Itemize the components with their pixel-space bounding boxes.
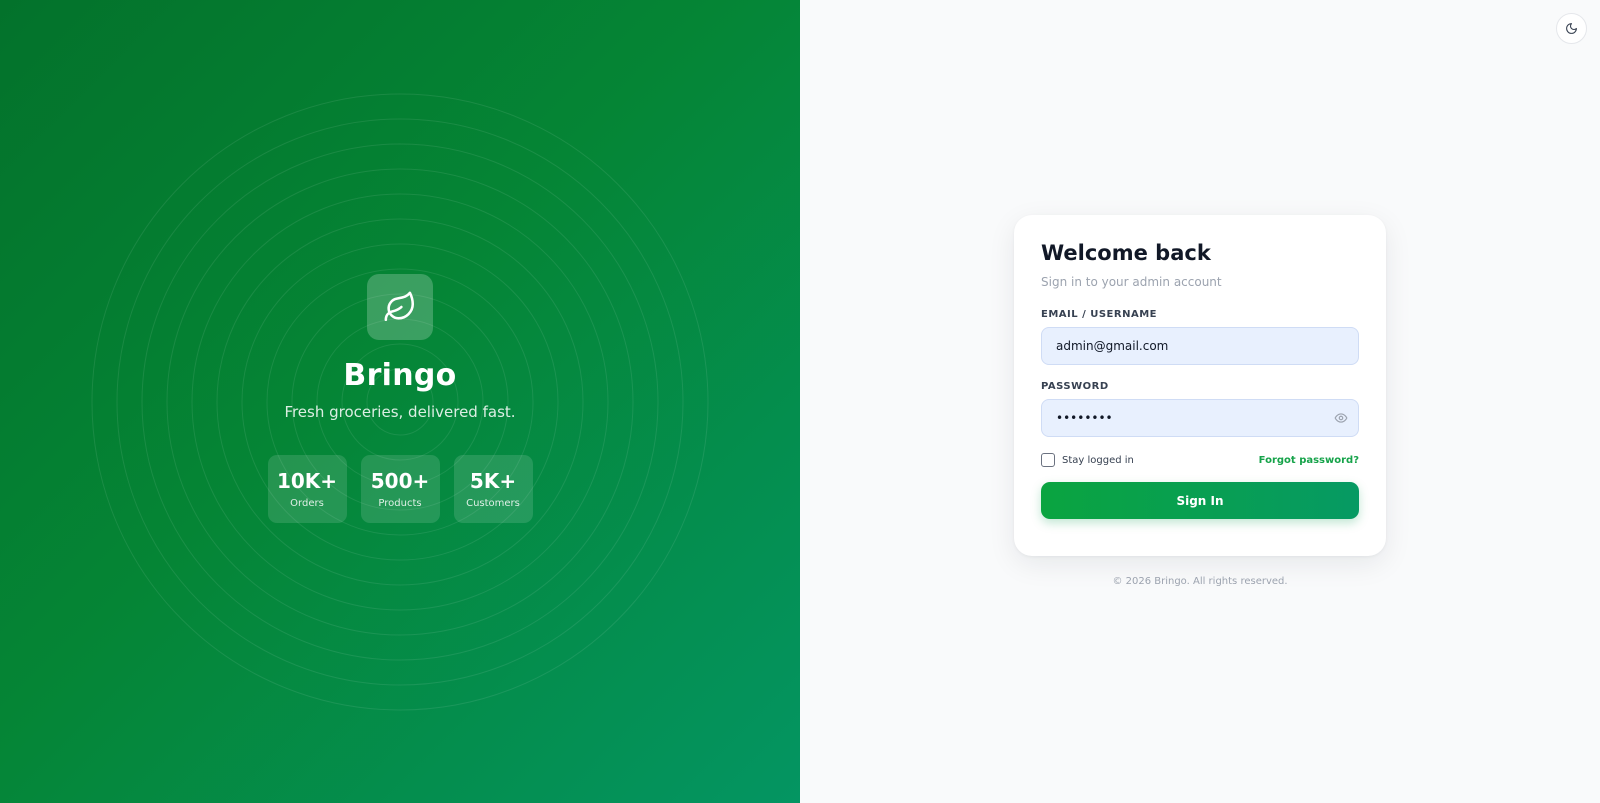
forgot-password-link[interactable]: Forgot password? bbox=[1259, 455, 1359, 466]
stats-row: 10K+ Orders 500+ Products 5K+ Customers bbox=[267, 455, 533, 523]
stat-card-products: 500+ Products bbox=[360, 455, 440, 523]
email-input[interactable] bbox=[1041, 327, 1359, 365]
stat-label: Products bbox=[378, 498, 422, 509]
stat-value: 500+ bbox=[370, 469, 430, 493]
stat-value: 5K+ bbox=[469, 469, 517, 493]
theme-toggle-button[interactable] bbox=[1556, 13, 1587, 44]
brand-name: Bringo bbox=[343, 358, 457, 393]
login-subtitle: Sign in to your admin account bbox=[1041, 275, 1222, 289]
login-options-row: Stay logged in Forgot password? bbox=[1041, 453, 1359, 467]
password-input[interactable] bbox=[1041, 399, 1359, 437]
stat-label: Orders bbox=[290, 498, 324, 509]
stay-logged-in[interactable]: Stay logged in bbox=[1041, 453, 1134, 467]
password-label: PASSWORD bbox=[1041, 381, 1109, 392]
brand-block: Bringo Fresh groceries, delivered fast. … bbox=[0, 274, 800, 523]
login-title: Welcome back bbox=[1041, 241, 1211, 265]
sign-in-button[interactable]: Sign In bbox=[1041, 482, 1359, 519]
logo bbox=[367, 274, 433, 340]
stat-card-customers: 5K+ Customers bbox=[453, 455, 533, 523]
stat-value: 10K+ bbox=[276, 469, 338, 493]
login-panel: Welcome back Sign in to your admin accou… bbox=[800, 0, 1600, 803]
brand-tagline: Fresh groceries, delivered fast. bbox=[284, 403, 516, 421]
stay-logged-in-label: Stay logged in bbox=[1062, 454, 1134, 466]
stat-label: Customers bbox=[466, 498, 520, 509]
eye-icon bbox=[1334, 413, 1348, 423]
leaf-icon bbox=[384, 291, 415, 322]
footer-copyright: © 2026 Bringo. All rights reserved. bbox=[1112, 576, 1288, 587]
stay-logged-in-checkbox[interactable] bbox=[1041, 453, 1055, 467]
password-field bbox=[1041, 399, 1359, 437]
email-label: EMAIL / USERNAME bbox=[1041, 309, 1157, 320]
show-password-toggle[interactable] bbox=[1333, 411, 1349, 425]
brand-panel: Bringo Fresh groceries, delivered fast. … bbox=[0, 0, 800, 803]
stat-card-orders: 10K+ Orders bbox=[267, 455, 347, 523]
moon-icon bbox=[1566, 23, 1577, 34]
login-card: Welcome back Sign in to your admin accou… bbox=[1014, 215, 1386, 556]
